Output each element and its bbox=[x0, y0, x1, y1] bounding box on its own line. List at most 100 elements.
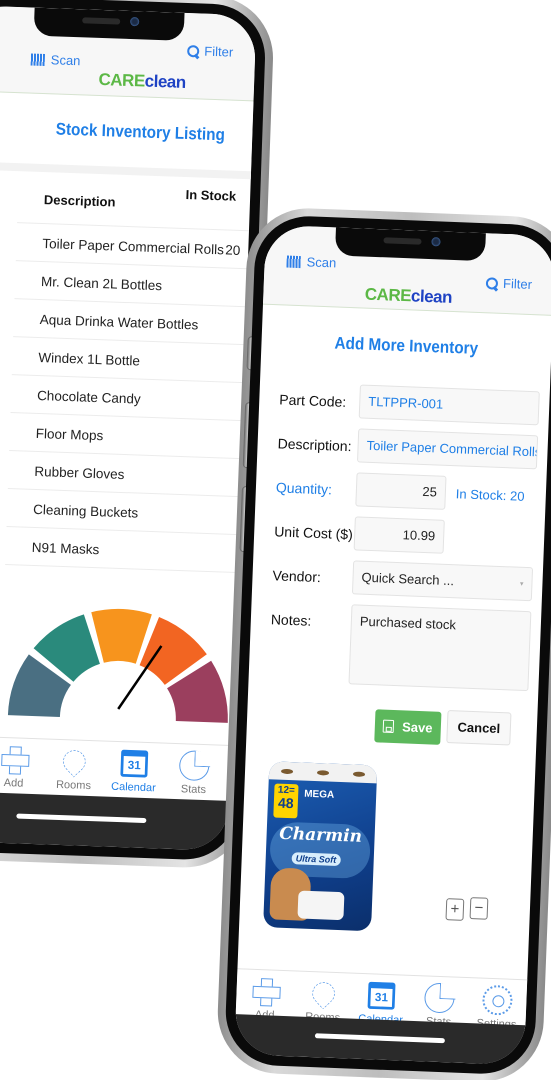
tab-label: Rooms bbox=[55, 778, 92, 793]
page-title: Add More Inventory bbox=[334, 333, 479, 358]
form-row-notes: Notes: Purchased stock bbox=[248, 596, 541, 697]
quantity-input[interactable]: 25 bbox=[355, 472, 447, 510]
plus-icon bbox=[250, 976, 281, 1007]
column-header-description: Description bbox=[43, 192, 116, 210]
add-inventory-screen: Scan Filter CAREclean Add More Inventory… bbox=[234, 224, 551, 1066]
brand-name: Charmin bbox=[278, 823, 363, 847]
roll-core bbox=[352, 770, 366, 777]
notch bbox=[33, 7, 185, 41]
item-description: Rubber Gloves bbox=[34, 463, 125, 483]
inventory-form: Part Code: TLTPPR-001 Description: Toile… bbox=[238, 377, 550, 954]
roll-core bbox=[280, 768, 294, 774]
gauge-segment bbox=[91, 609, 152, 664]
vendor-select[interactable]: Quick Search ... ▾ bbox=[351, 560, 534, 602]
cancel-button[interactable]: Cancel bbox=[446, 710, 512, 746]
title-band: Stock Inventory Listing bbox=[0, 91, 254, 180]
search-icon bbox=[486, 277, 498, 289]
save-button[interactable]: Save bbox=[374, 709, 442, 745]
tab-stats[interactable]: Stats bbox=[165, 750, 223, 797]
notes-textarea[interactable]: Purchased stock bbox=[348, 604, 532, 692]
home-indicator[interactable] bbox=[314, 1033, 445, 1044]
barcode-icon bbox=[30, 53, 46, 66]
zoom-in-button[interactable]: + bbox=[445, 898, 465, 921]
roll-core bbox=[316, 769, 330, 776]
filter-label: Filter bbox=[204, 43, 234, 60]
quantity-label: Quantity: bbox=[275, 479, 333, 498]
item-description: Aqua Drinka Water Bottles bbox=[39, 312, 199, 333]
form-actions: Save Cancel bbox=[246, 686, 538, 763]
rolls-top bbox=[268, 761, 378, 784]
home-indicator[interactable] bbox=[16, 813, 147, 824]
logo-care: CARE bbox=[364, 284, 412, 306]
part-code-input[interactable]: TLTPPR-001 bbox=[358, 384, 540, 426]
pie-chart-icon bbox=[178, 750, 210, 782]
listing-screen: Scan Filter CAREclean Stock Inventory Li… bbox=[0, 5, 257, 851]
notch bbox=[334, 227, 486, 262]
item-description: Floor Mops bbox=[35, 425, 104, 444]
tab-add[interactable]: Add bbox=[0, 743, 43, 790]
pie-chart-icon bbox=[423, 982, 456, 1014]
cancel-label: Cancel bbox=[457, 719, 501, 737]
logo-clean: clean bbox=[410, 286, 453, 307]
product-image: 12= 48 MEGA Charmin Ultra Soft bbox=[263, 761, 378, 932]
camera-icon bbox=[431, 237, 441, 247]
badge-bottom: 48 bbox=[277, 794, 294, 812]
item-description: N91 Masks bbox=[31, 539, 100, 558]
gear-icon bbox=[481, 984, 514, 1016]
filter-button[interactable]: Filter bbox=[187, 43, 233, 60]
calendar-icon: 31 bbox=[120, 749, 149, 778]
plus-icon bbox=[0, 744, 30, 775]
item-description: Windex 1L Bottle bbox=[38, 349, 141, 369]
speaker bbox=[82, 17, 121, 25]
zoom-out-button[interactable]: − bbox=[469, 897, 489, 920]
brand-variant: Ultra Soft bbox=[291, 852, 341, 867]
description-input[interactable]: Toiler Paper Commercial Rolls bbox=[356, 428, 539, 470]
vendor-placeholder: Quick Search ... bbox=[361, 569, 455, 589]
item-description: Mr. Clean 2L Bottles bbox=[40, 274, 163, 294]
in-stock-readout: In Stock: 20 bbox=[456, 486, 525, 504]
logo-clean: clean bbox=[144, 71, 187, 92]
phone-add-inventory: Scan Filter CAREclean Add More Inventory… bbox=[215, 206, 551, 1080]
part-code-label: Part Code: bbox=[279, 391, 347, 410]
item-description: Toiler Paper Commercial Rolls bbox=[42, 236, 225, 258]
search-icon bbox=[187, 44, 199, 56]
column-header-in-stock: In Stock bbox=[185, 187, 237, 204]
unit-cost-label: Unit Cost ($) bbox=[273, 523, 354, 543]
page-title: Stock Inventory Listing bbox=[55, 119, 226, 145]
barcode-icon bbox=[286, 255, 301, 268]
chevron-down-icon: ▾ bbox=[519, 580, 524, 588]
save-label: Save bbox=[401, 719, 433, 736]
tab-label: Calendar bbox=[110, 780, 156, 795]
tab-rooms[interactable]: Rooms bbox=[45, 745, 103, 793]
speaker bbox=[383, 237, 422, 245]
stock-gauge bbox=[0, 565, 237, 743]
in-stock-value: 20 bbox=[509, 488, 525, 504]
scan-button[interactable]: Scan bbox=[30, 52, 81, 69]
vendor-label: Vendor: bbox=[272, 567, 322, 586]
calendar-icon: 31 bbox=[367, 981, 396, 1010]
pack-label: MEGA bbox=[303, 788, 335, 801]
save-icon bbox=[382, 719, 395, 734]
screen-chin bbox=[0, 790, 230, 851]
map-pin-icon bbox=[307, 977, 340, 1010]
pack-count-badge: 12= 48 bbox=[273, 783, 299, 819]
item-description: Chocolate Candy bbox=[36, 387, 141, 407]
bottom-tab-bar: Add Rooms 31 Calendar Stats bbox=[0, 734, 232, 797]
tab-calendar[interactable]: 31 Calendar bbox=[105, 748, 163, 795]
camera-icon bbox=[130, 16, 140, 27]
tab-label: Stats bbox=[180, 783, 207, 797]
scan-label: Scan bbox=[50, 52, 81, 69]
tab-label: Add bbox=[3, 777, 24, 790]
item-description: Cleaning Buckets bbox=[32, 501, 139, 521]
scan-button[interactable]: Scan bbox=[286, 254, 337, 271]
unit-cost-input[interactable]: 10.99 bbox=[353, 516, 445, 554]
scan-label: Scan bbox=[306, 254, 337, 271]
map-pin-icon bbox=[58, 745, 91, 778]
description-label: Description: bbox=[277, 435, 352, 455]
title-band: Add More Inventory bbox=[260, 305, 551, 388]
held-roll bbox=[297, 890, 345, 921]
app-logo: CAREclean bbox=[30, 68, 255, 96]
product-image-area: 12= 48 MEGA Charmin Ultra Soft + − bbox=[238, 752, 535, 953]
list-header: Description In Stock bbox=[17, 171, 251, 232]
item-stock: 20 bbox=[225, 242, 241, 258]
